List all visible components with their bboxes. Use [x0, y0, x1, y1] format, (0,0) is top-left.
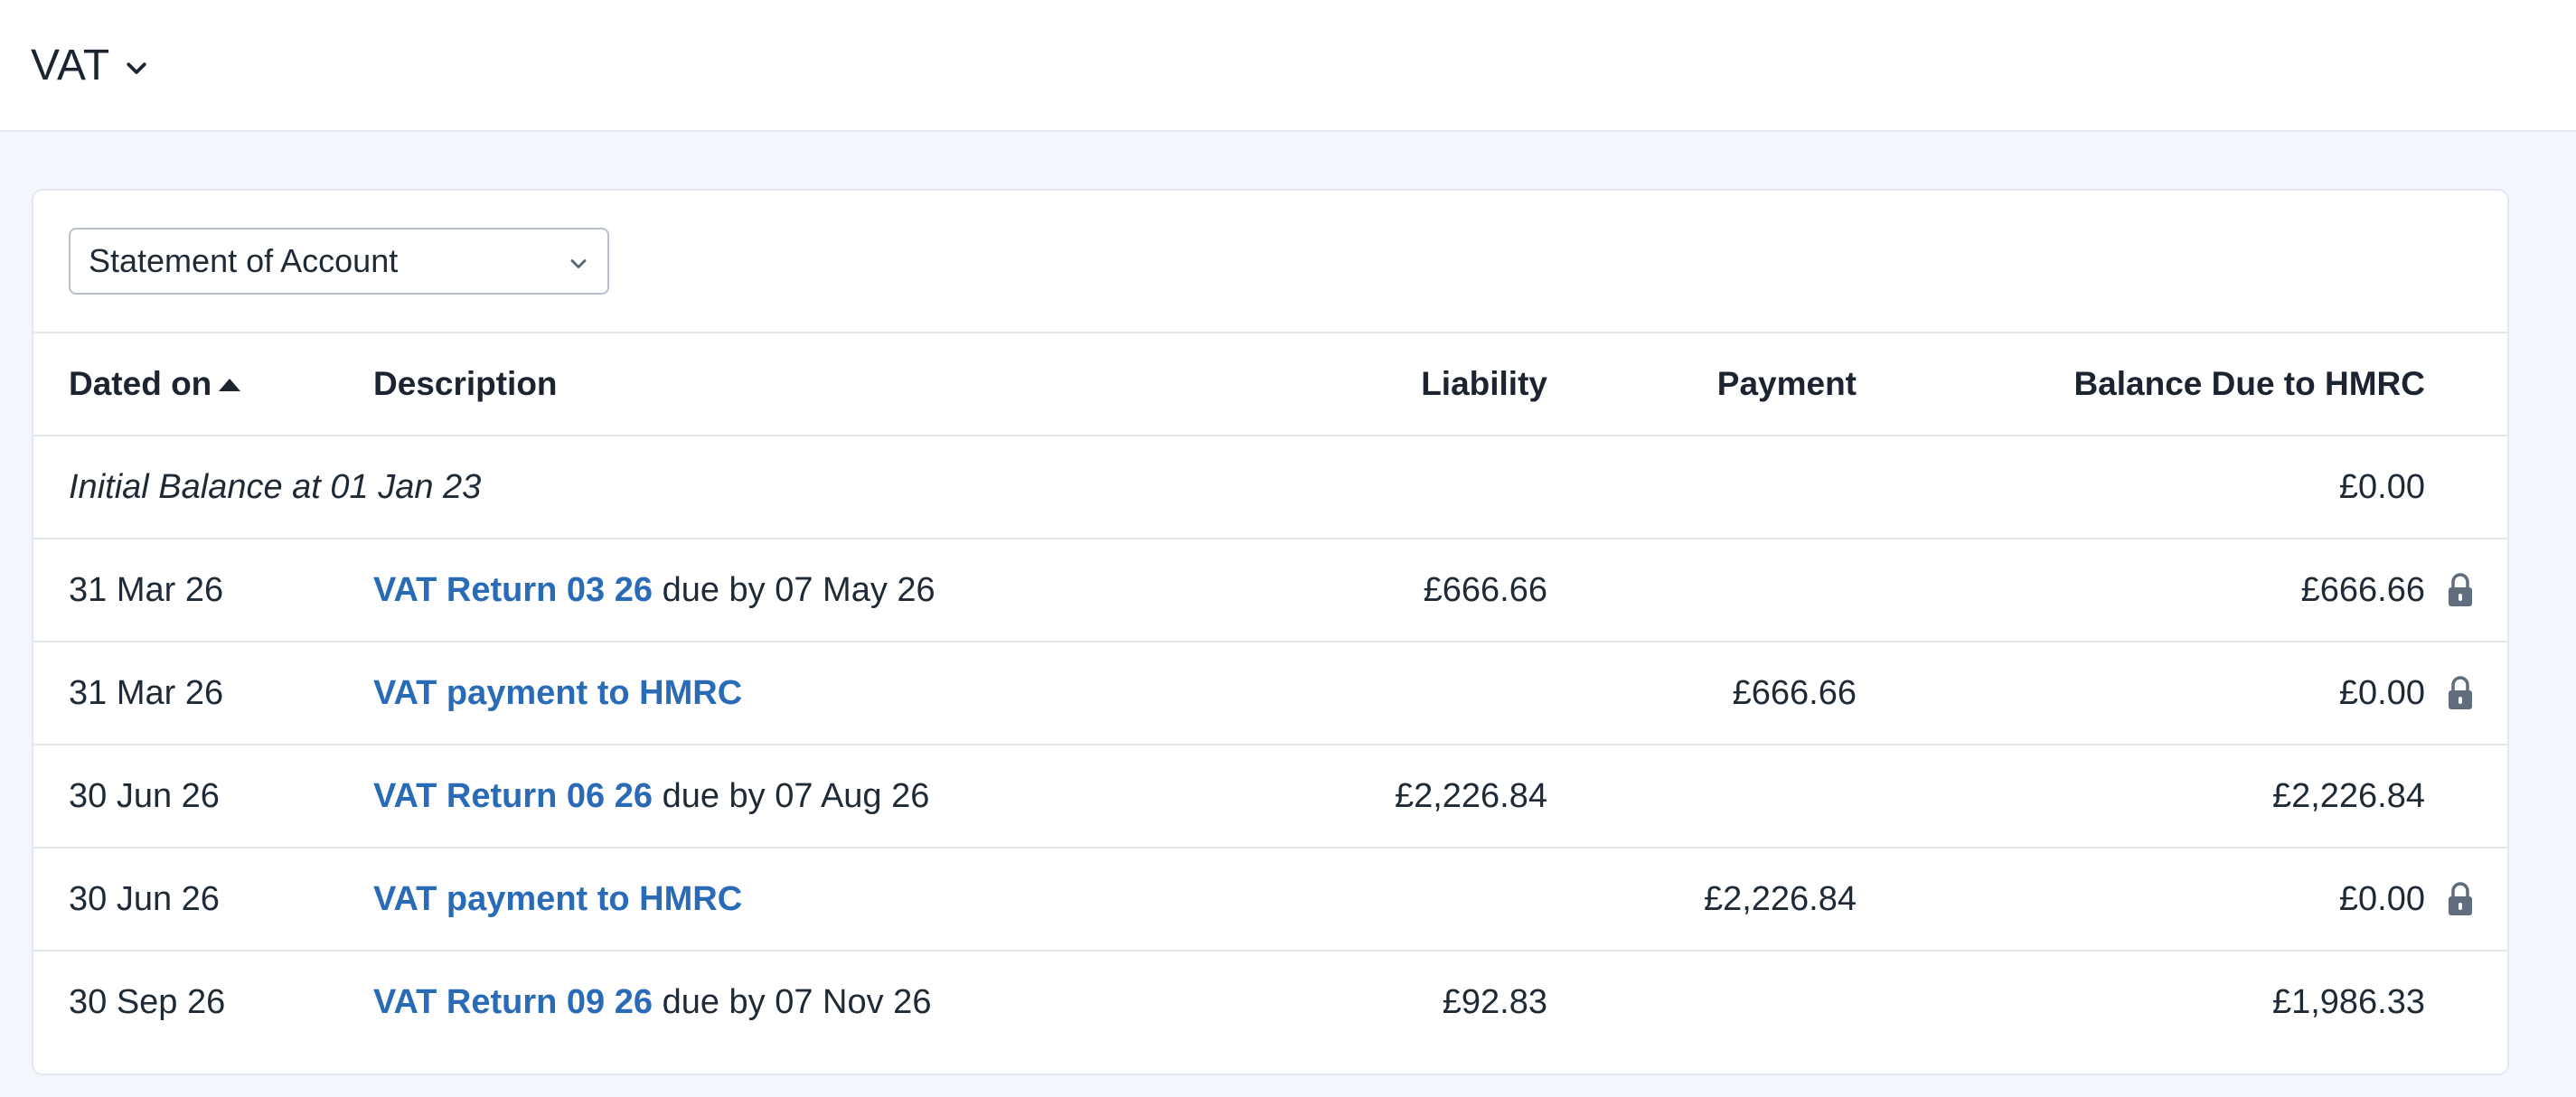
- page-title[interactable]: VAT: [31, 41, 110, 90]
- row-date: 31 Mar 26: [69, 673, 224, 712]
- due-date-text: due by 07 Aug 26: [653, 776, 930, 815]
- due-date-text: due by 07 Nov 26: [653, 982, 932, 1021]
- table-row: 30 Jun 26 VAT Return 06 26 due by 07 Aug…: [33, 745, 2507, 849]
- sort-ascending-icon: [219, 379, 241, 391]
- statement-card: Statement of Account Dated on Descriptio…: [32, 189, 2509, 1075]
- column-header-liability: Liability: [1421, 365, 1547, 402]
- column-header-description: Description: [373, 365, 558, 402]
- table-row: 31 Mar 26 VAT Return 03 26 due by 07 May…: [33, 539, 2507, 642]
- initial-balance-value: £0.00: [2338, 467, 2425, 506]
- chevron-down-icon[interactable]: [123, 54, 150, 81]
- lock-icon: [2449, 676, 2472, 709]
- row-liability: £2,226.84: [1394, 776, 1547, 815]
- table-row: 30 Jun 26 VAT payment to HMRC £2,226.84 …: [33, 849, 2507, 952]
- row-description: VAT payment to HMRC: [373, 849, 742, 950]
- chevron-down-icon: [570, 259, 587, 268]
- row-liability: £666.66: [1423, 570, 1547, 609]
- table-row: 31 Mar 26 VAT payment to HMRC £666.66 £0…: [33, 642, 2507, 745]
- row-balance: £0.00: [2338, 673, 2425, 712]
- row-description: VAT Return 09 26 due by 07 Nov 26: [373, 952, 931, 1053]
- vat-return-link[interactable]: VAT Return 06 26: [373, 777, 653, 816]
- row-date: 30 Jun 26: [69, 776, 220, 815]
- report-type-select[interactable]: Statement of Account: [69, 228, 609, 295]
- vat-return-link[interactable]: VAT Return 09 26: [373, 983, 653, 1022]
- row-date: 30 Jun 26: [69, 879, 220, 918]
- row-date: 30 Sep 26: [69, 982, 226, 1021]
- vat-payment-link[interactable]: VAT payment to HMRC: [373, 674, 742, 713]
- filter-bar: Statement of Account: [33, 191, 2507, 333]
- row-balance: £1,986.33: [2271, 982, 2425, 1021]
- row-balance: £0.00: [2338, 879, 2425, 918]
- lock-icon: [2449, 882, 2472, 915]
- row-liability: £92.83: [1442, 982, 1547, 1021]
- initial-balance-row: Initial Balance at 01 Jan 23 £0.00: [33, 436, 2507, 539]
- table-row: 30 Sep 26 VAT Return 09 26 due by 07 Nov…: [33, 952, 2507, 1053]
- row-lock: [2444, 642, 2477, 744]
- table-header: Dated on Description Liability Payment B…: [33, 333, 2507, 436]
- column-header-balance: Balance Due to HMRC: [2073, 365, 2425, 402]
- row-balance: £666.66: [2300, 570, 2425, 609]
- row-lock: [2444, 539, 2477, 641]
- top-bar: VAT: [0, 0, 2576, 132]
- row-lock: [2444, 849, 2477, 950]
- column-header-payment: Payment: [1716, 365, 1857, 402]
- vat-payment-link[interactable]: VAT payment to HMRC: [373, 880, 742, 919]
- row-payment: £666.66: [1732, 673, 1857, 712]
- row-payment: £2,226.84: [1703, 879, 1857, 918]
- initial-balance-label: Initial Balance at 01 Jan 23: [69, 467, 482, 506]
- lock-icon: [2449, 573, 2472, 606]
- row-description: VAT payment to HMRC: [373, 642, 742, 744]
- report-type-select-value: Statement of Account: [89, 242, 399, 279]
- column-header-dated-on-label: Dated on: [69, 365, 212, 402]
- row-description: VAT Return 03 26 due by 07 May 26: [373, 539, 935, 641]
- row-description: VAT Return 06 26 due by 07 Aug 26: [373, 745, 929, 847]
- row-balance: £2,226.84: [2271, 776, 2425, 815]
- vat-return-link[interactable]: VAT Return 03 26: [373, 571, 653, 610]
- column-header-dated-on[interactable]: Dated on: [69, 333, 242, 435]
- row-date: 31 Mar 26: [69, 570, 224, 609]
- due-date-text: due by 07 May 26: [653, 570, 935, 609]
